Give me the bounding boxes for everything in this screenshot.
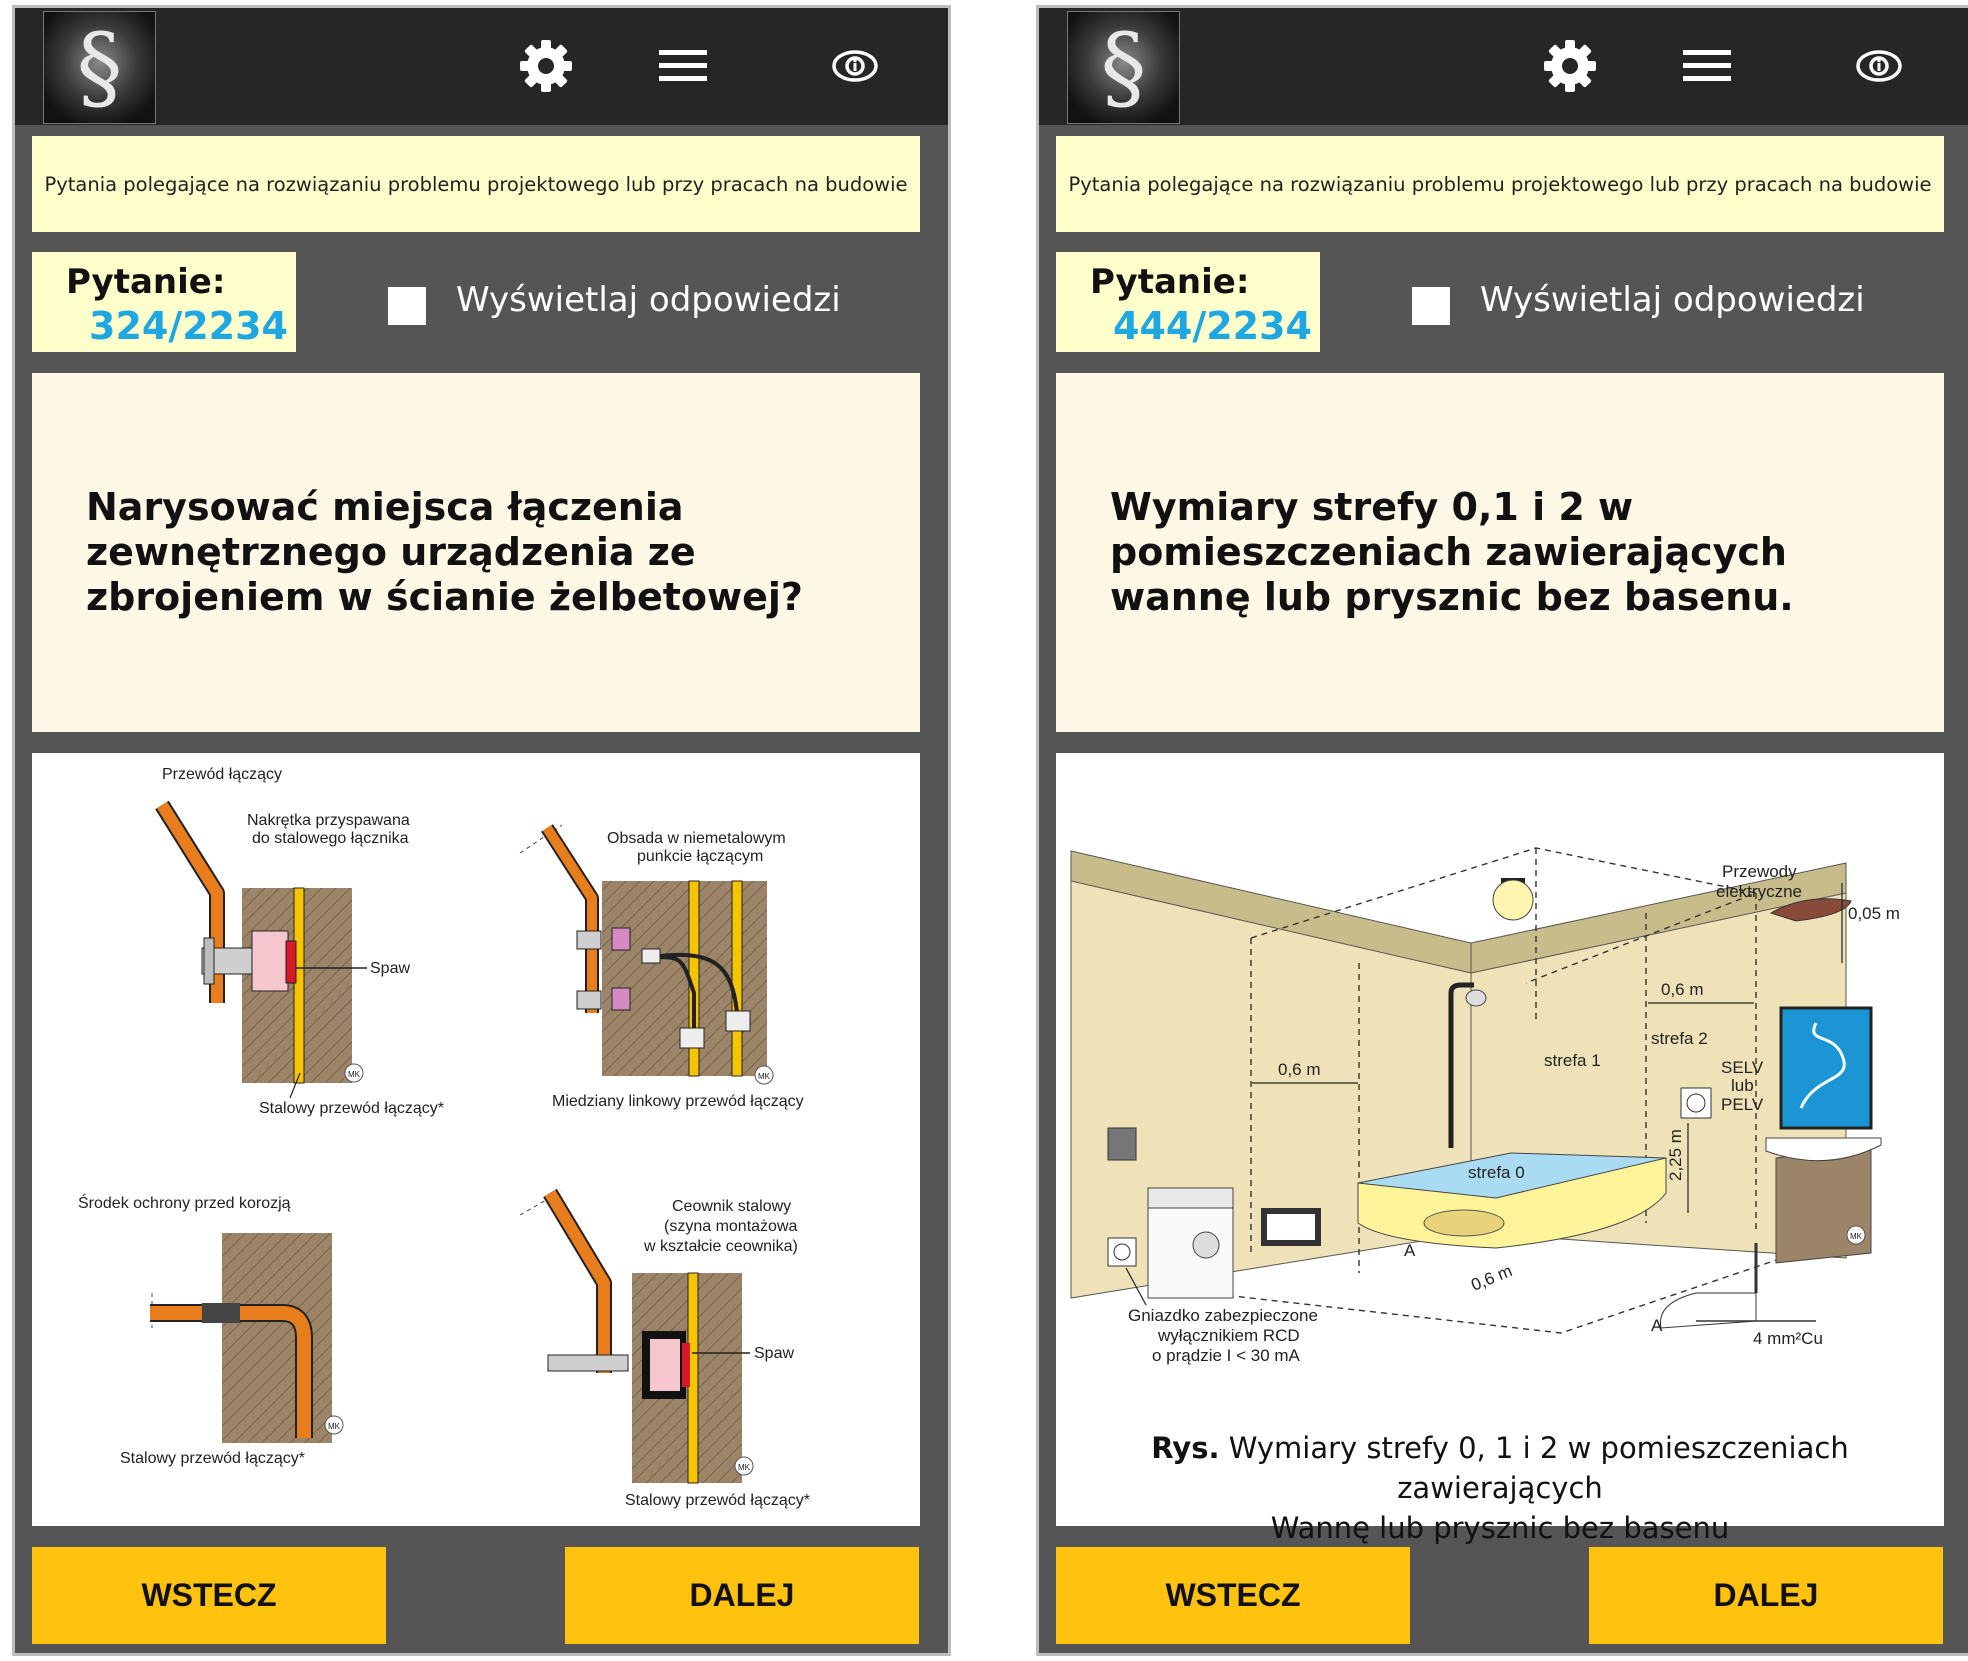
weld: [285, 940, 297, 984]
label-weld-2: Spaw: [754, 1345, 794, 1362]
paragraph-logo-icon: §: [1100, 13, 1147, 121]
hamburger-menu-icon[interactable]: [655, 38, 711, 94]
app-logo[interactable]: §: [43, 11, 156, 124]
info-icon[interactable]: [1851, 38, 1907, 94]
label-zone2: strefa 2: [1651, 1029, 1708, 1048]
top-bar: §: [1039, 8, 1968, 125]
label-nut-line2: do stalowego łącznika: [252, 830, 409, 847]
label-wires-2: elektryczne: [1716, 882, 1802, 901]
next-button[interactable]: DALEJ: [1589, 1547, 1943, 1644]
question-figure: Przewody elektryczne 0,05 m 0,6 m 0,6 m …: [1056, 753, 1944, 1545]
question-counter: Pytanie: 324/2234: [32, 252, 296, 352]
label-holder-line2: punkcie łączącym: [637, 848, 763, 865]
question-label: Pytanie:: [66, 262, 226, 302]
show-answers-label[interactable]: Wyświetlaj odpowiedzi: [1480, 280, 1865, 320]
label-zone1: strefa 1: [1544, 1051, 1601, 1070]
phone-screen-right: § Pytania polegające na rozwiązaniu prob…: [1036, 5, 1968, 1656]
label-zone0: strefa 0: [1468, 1163, 1525, 1182]
category-banner: Pytania polegające na rozwiązaniu proble…: [32, 136, 920, 232]
label-dim-225: 2,25 m: [1666, 1129, 1685, 1181]
question-figure: Przewód łączący Nakrętka przyspawana do …: [32, 753, 920, 1526]
question-text: Wymiary strefy 0,1 i 2 w pomieszczeniach…: [1110, 485, 1794, 619]
gear-icon[interactable]: [1542, 38, 1598, 94]
question-panel: Wymiary strefy 0,1 i 2 w pomieszczeniach…: [1056, 373, 1944, 732]
mk-mark-3: MK: [328, 1422, 341, 1431]
gear-icon[interactable]: [518, 38, 574, 94]
label-socket-2: wyłącznikiem RCD: [1157, 1326, 1300, 1345]
mk-mark-1: MK: [348, 1070, 361, 1079]
label-channel-line2: (szyna montażowa: [664, 1218, 797, 1235]
label-point-a1: A: [1404, 1241, 1416, 1260]
question-panel: Narysować miejsca łączenia zewnętrznego …: [32, 373, 920, 732]
label-nut-line1: Nakrętka przyspawana: [247, 812, 410, 829]
label-point-a2: A: [1651, 1316, 1663, 1335]
label-channel-line3: w kształcie ceownika): [643, 1238, 798, 1255]
label-dim-005: 0,05 m: [1848, 904, 1900, 923]
figure-caption: Rys. Wymiary strefy 0, 1 i 2 w pomieszcz…: [1056, 1428, 1944, 1548]
show-answers-checkbox[interactable]: [1412, 287, 1450, 325]
bathroom-zones-drawing: Przewody elektryczne 0,05 m 0,6 m 0,6 m …: [1070, 847, 1900, 1365]
concrete-wall-3: [222, 1233, 332, 1443]
back-button[interactable]: WSTECZ: [1056, 1547, 1410, 1644]
back-button[interactable]: WSTECZ: [32, 1547, 386, 1644]
next-button[interactable]: DALEJ: [565, 1547, 919, 1644]
app-logo[interactable]: §: [1067, 11, 1180, 124]
label-corrosion: Środek ochrony przed korozją: [78, 1193, 291, 1212]
caption-line1: Rys. Wymiary strefy 0, 1 i 2 w pomieszcz…: [1056, 1428, 1944, 1508]
label-selv: SELV: [1721, 1058, 1764, 1077]
label-socket-1: Gniazdko zabezpieczone: [1128, 1306, 1318, 1325]
question-number: 324/2234: [89, 304, 288, 348]
caption-text-1: Wymiary strefy 0, 1 i 2 w pomieszczeniac…: [1228, 1431, 1849, 1505]
mk-mark-2: MK: [758, 1072, 771, 1081]
show-answers-label[interactable]: Wyświetlaj odpowiedzi: [456, 280, 841, 320]
label-weld: Spaw: [370, 960, 410, 977]
label-channel-line1: Ceownik stalowy: [672, 1198, 791, 1215]
caption-bold: Rys.: [1151, 1431, 1220, 1465]
show-answers-checkbox[interactable]: [388, 287, 426, 325]
info-icon[interactable]: [827, 38, 883, 94]
label-copper-wire: Miedziany linkowy przewód łączący: [552, 1093, 804, 1110]
question-label: Pytanie:: [1090, 262, 1250, 302]
label-wires-1: Przewody: [1722, 862, 1797, 881]
rebar-connection-drawing: Przewód łączący Nakrętka przyspawana do …: [78, 766, 810, 1509]
paragraph-logo-icon: §: [76, 13, 123, 121]
top-bar: §: [15, 8, 948, 125]
label-dim-06-top: 0,6 m: [1661, 980, 1704, 999]
label-steel-wire-1: Stalowy przewód łączący*: [259, 1100, 444, 1117]
welded-nut: [251, 930, 289, 992]
label-steel-wire-4: Stalowy przewód łączący*: [625, 1492, 810, 1509]
label-socket-3: o prądzie I < 30 mA: [1152, 1346, 1301, 1365]
question-number: 444/2234: [1113, 304, 1312, 348]
caption-text-2: Wannę lub prysznic bez basenu: [1270, 1511, 1730, 1545]
label-steel-wire-3: Stalowy przewód łączący*: [120, 1450, 305, 1467]
steel-rebar: [293, 887, 305, 1084]
category-banner: Pytania polegające na rozwiązaniu proble…: [1056, 136, 1944, 232]
phone-screen-left: § Pytania polegające na rozwiązaniu prob…: [12, 5, 951, 1656]
label-dim-06-left: 0,6 m: [1278, 1060, 1321, 1079]
label-connecting-wire: Przewód łączący: [162, 766, 282, 783]
label-dim-06-floor: 0,6 m: [1468, 1261, 1515, 1295]
label-selv-or: lub: [1731, 1076, 1754, 1095]
mk-mark-4: MK: [738, 1463, 751, 1472]
hamburger-menu-icon[interactable]: [1679, 38, 1735, 94]
label-holder-line1: Obsada w niemetalowym: [607, 830, 786, 847]
question-counter: Pytanie: 444/2234: [1056, 252, 1320, 352]
mk-mark-5: MK: [1850, 1232, 1863, 1241]
question-text: Narysować miejsca łączenia zewnętrznego …: [86, 485, 803, 619]
label-pelv: PELV: [1721, 1095, 1764, 1114]
label-copper: 4 mm²Cu: [1753, 1329, 1823, 1348]
